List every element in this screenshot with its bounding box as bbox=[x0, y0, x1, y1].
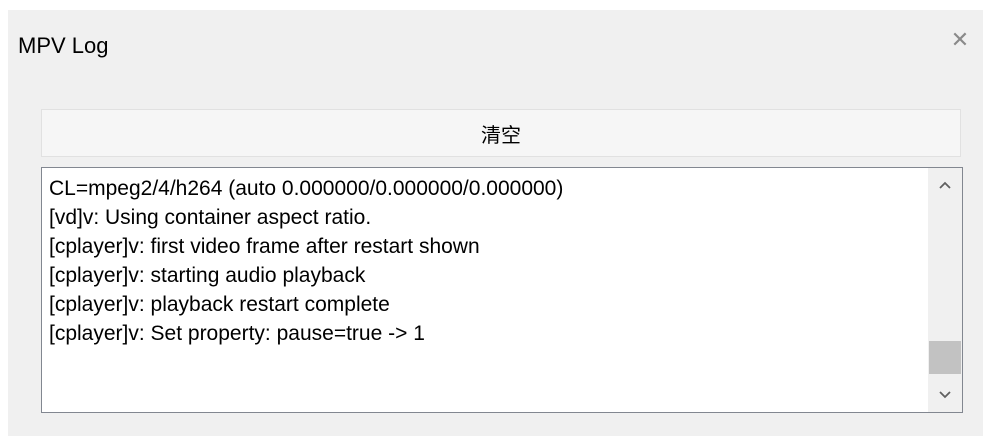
log-line: [cplayer]v: first video frame after rest… bbox=[49, 235, 480, 258]
log-line: [cplayer]v: playback restart complete bbox=[49, 293, 390, 316]
scrollbar-thumb[interactable] bbox=[929, 341, 961, 374]
clear-button[interactable]: 清空 bbox=[41, 109, 961, 157]
log-line: [cplayer]v: Set property: pause=true -> … bbox=[49, 322, 425, 345]
vertical-scrollbar[interactable] bbox=[928, 168, 962, 412]
log-lines: CL=mpeg2/4/h264 (auto 0.000000/0.000000/… bbox=[49, 174, 919, 406]
dialog-title: MPV Log bbox=[18, 33, 109, 58]
log-textarea[interactable]: CL=mpeg2/4/h264 (auto 0.000000/0.000000/… bbox=[41, 167, 963, 413]
chevron-up-icon[interactable] bbox=[928, 168, 962, 202]
close-icon[interactable]: ✕ bbox=[949, 30, 971, 52]
log-line: [cplayer]v: starting audio playback bbox=[49, 264, 366, 287]
log-line: CL=mpeg2/4/h264 (auto 0.000000/0.000000/… bbox=[49, 177, 564, 200]
chevron-down-icon[interactable] bbox=[928, 378, 962, 412]
log-line: [vd]v: Using container aspect ratio. bbox=[49, 206, 372, 229]
